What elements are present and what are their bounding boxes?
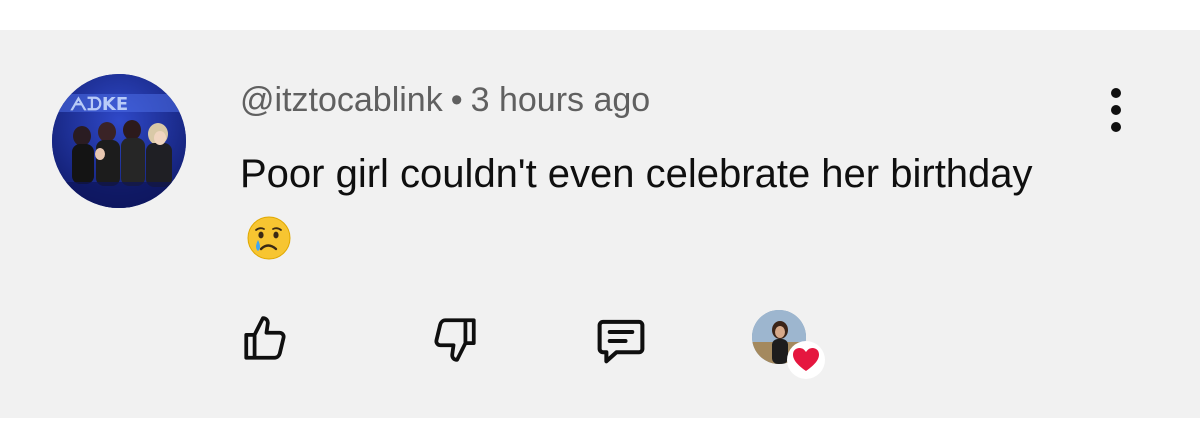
dislike-button[interactable]	[430, 314, 480, 364]
comment-timestamp[interactable]: 3 hours ago	[471, 81, 651, 119]
thumbs-up-icon	[244, 316, 286, 360]
thumbs-down-icon	[434, 318, 476, 362]
svg-text:ᗅᗪKE: ᗅᗪKE	[70, 94, 128, 115]
heart-icon	[787, 341, 825, 379]
comment-meta: @itztocablink • 3 hours ago	[240, 80, 650, 120]
commenter-avatar[interactable]: ᗅᗪKE	[52, 74, 186, 208]
meta-separator: •	[450, 81, 463, 119]
more-options-button[interactable]	[1094, 82, 1138, 138]
page: ᗅᗪKE @itztocablink • 3 hours ago Poor girl	[0, 0, 1200, 448]
comment-bubble-icon	[597, 319, 645, 364]
vertical-ellipsis-icon	[1111, 88, 1121, 132]
crying-face-icon	[246, 215, 292, 281]
like-button[interactable]	[240, 314, 290, 364]
reply-button[interactable]	[594, 314, 645, 364]
comment-text: Poor girl couldn't even celebrate her bi…	[240, 152, 1033, 196]
creator-heart-badge	[752, 310, 828, 379]
commenter-handle[interactable]: @itztocablink	[240, 81, 443, 119]
avatar-image: ᗅᗪKE	[52, 74, 186, 208]
comment-text-container: Poor girl couldn't even celebrate her bi…	[240, 141, 1060, 281]
comment-card: ᗅᗪKE @itztocablink • 3 hours ago Poor girl	[0, 30, 1200, 418]
